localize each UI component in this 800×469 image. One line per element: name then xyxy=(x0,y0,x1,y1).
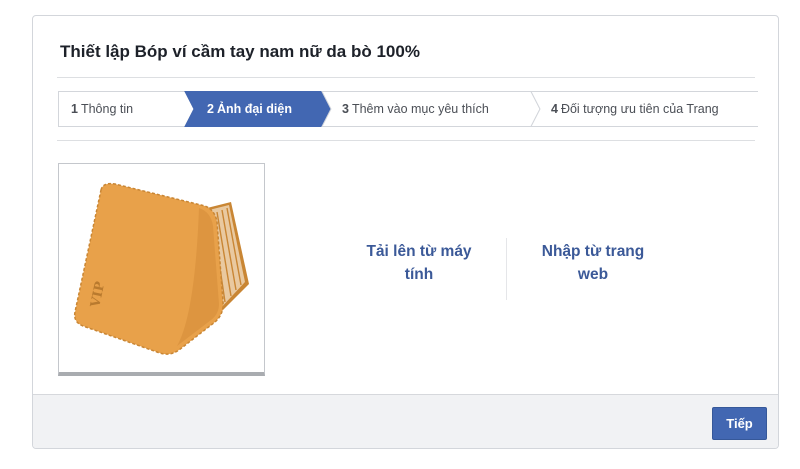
dialog-title: Thiết lập Bóp ví cầm tay nam nữ da bò 10… xyxy=(60,42,420,61)
dialog-footer: Tiếp xyxy=(33,394,778,448)
step-2-number: 2 xyxy=(207,102,214,116)
step-3-number: 3 xyxy=(342,102,349,116)
upload-line-2: tính xyxy=(404,266,434,283)
step-4-number: 4 xyxy=(551,102,558,116)
wallet-image: VIP xyxy=(73,182,249,355)
options-divider xyxy=(506,238,507,300)
upload-line-1: Tải lên từ máy xyxy=(366,243,472,260)
step-1[interactable]: 1 Thông tin xyxy=(71,91,133,127)
step-1-number: 1 xyxy=(71,102,78,116)
steps-divider xyxy=(57,140,755,141)
profile-photo-preview: VIP xyxy=(58,163,265,376)
step-3-label: Thêm vào mục yêu thích xyxy=(351,102,489,116)
step-4[interactable]: 4 Đối tượng ưu tiên của Trang xyxy=(551,91,719,127)
step-3[interactable]: 3 Thêm vào mục yêu thích xyxy=(342,91,489,127)
title-divider xyxy=(57,77,755,78)
next-button[interactable]: Tiếp xyxy=(712,407,767,440)
step-1-label: Thông tin xyxy=(80,102,134,116)
import-from-web-link[interactable]: Nhập từ trang web xyxy=(523,240,663,286)
setup-steps: 1 Thông tin 2 Ảnh đại diện 3 Thêm vào mục y… xyxy=(58,91,758,127)
import-line-2: web xyxy=(577,266,609,283)
step-2-label: Ảnh đại diện xyxy=(216,102,292,116)
upload-from-computer-link[interactable]: Tải lên từ máy tính xyxy=(349,240,489,286)
page-setup-dialog: Thiết lập Bóp ví cầm tay nam nữ da bò 10… xyxy=(32,15,779,449)
step-2[interactable]: 2 Ảnh đại diện xyxy=(207,91,292,127)
step-4-label: Đối tượng ưu tiên của Trang xyxy=(560,102,719,116)
import-line-1: Nhập từ trang xyxy=(541,243,645,260)
